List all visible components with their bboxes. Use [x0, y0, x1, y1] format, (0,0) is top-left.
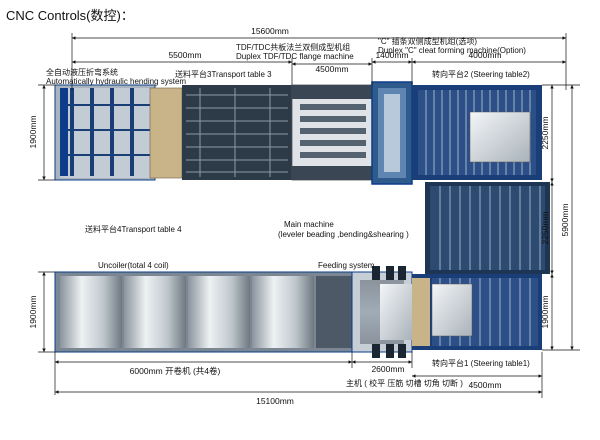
label-feeding: Feeding system — [318, 261, 375, 270]
layout-diagram: CNC Controls(数控)： 15600mm 5500mm 4500mm … — [6, 8, 580, 406]
c-cleat-machine — [371, 81, 413, 185]
tdf-flange-machine — [291, 84, 373, 181]
dim-feeding-len: 2600mm — [371, 364, 404, 374]
label-main-machine-cn: 主机 ( 校平 压筋 切槽 切角 切断 ) — [346, 378, 463, 388]
label-main-machine-1: Main machine — [284, 220, 334, 229]
label-steering2: 转向平台2 (Steering table2) — [432, 69, 530, 79]
dim-uncoiler-len: 6000mm 开卷机 (共4卷) — [130, 366, 221, 376]
label-steering1: 转向平台1 (Steering table1) — [432, 358, 530, 368]
label-hydraulic-en: Automatically hydraulic hending system — [46, 77, 186, 86]
dim-right-mid-height: 2250mm — [540, 211, 550, 244]
label-uncoiler: Uncoiler(total 4 coil) — [98, 261, 169, 270]
label-transport3: 送料平台3Transport table 3 — [175, 69, 272, 79]
dim-tdf-len: 5500mm — [168, 50, 201, 60]
dim-top-total: 15600mm — [251, 26, 289, 36]
dim-left-bottom-height: 1900mm — [28, 295, 38, 328]
uncoiler — [54, 271, 356, 353]
dim-right-top-height: 2250mm — [540, 116, 550, 149]
feeding-system — [351, 266, 413, 358]
diagram-title: CNC Controls(数控)： — [6, 8, 134, 23]
transport-table-3 — [149, 85, 292, 180]
steering-table-2 — [412, 85, 542, 180]
label-main-machine-2: (leveler beading ,bending&shearing ) — [278, 230, 409, 239]
label-transport4: 送料平台4Transport table 4 — [85, 224, 182, 234]
label-tdf-en: Duplex TDF/TDC flange machine — [236, 52, 354, 61]
dim-bottom-total: 15100mm — [256, 396, 294, 406]
dim-left-top-height: 1900mm — [28, 115, 38, 148]
dim-right-bottom-height: 1900mm — [540, 295, 550, 328]
hydraulic-bending-system — [54, 84, 156, 181]
steering-table-1 — [412, 274, 542, 350]
dim-steering1-len: 4500mm — [468, 380, 501, 390]
dim-tdf-machine-len: 4500mm — [315, 64, 348, 74]
label-c-cleat-cn: "C" 插条双侧成型机组(选项) — [378, 36, 477, 46]
middle-conveyor — [425, 182, 550, 274]
label-hydraulic-cn: 全自动液压折弯系统 — [46, 67, 118, 77]
label-tdf-cn: TDF/TDC共板法兰双侧成型机组 — [236, 42, 350, 52]
label-c-cleat-en: Duplex "C" cleat forming machine(Option) — [378, 46, 526, 55]
dim-right-total-height: 5900mm — [560, 203, 570, 236]
